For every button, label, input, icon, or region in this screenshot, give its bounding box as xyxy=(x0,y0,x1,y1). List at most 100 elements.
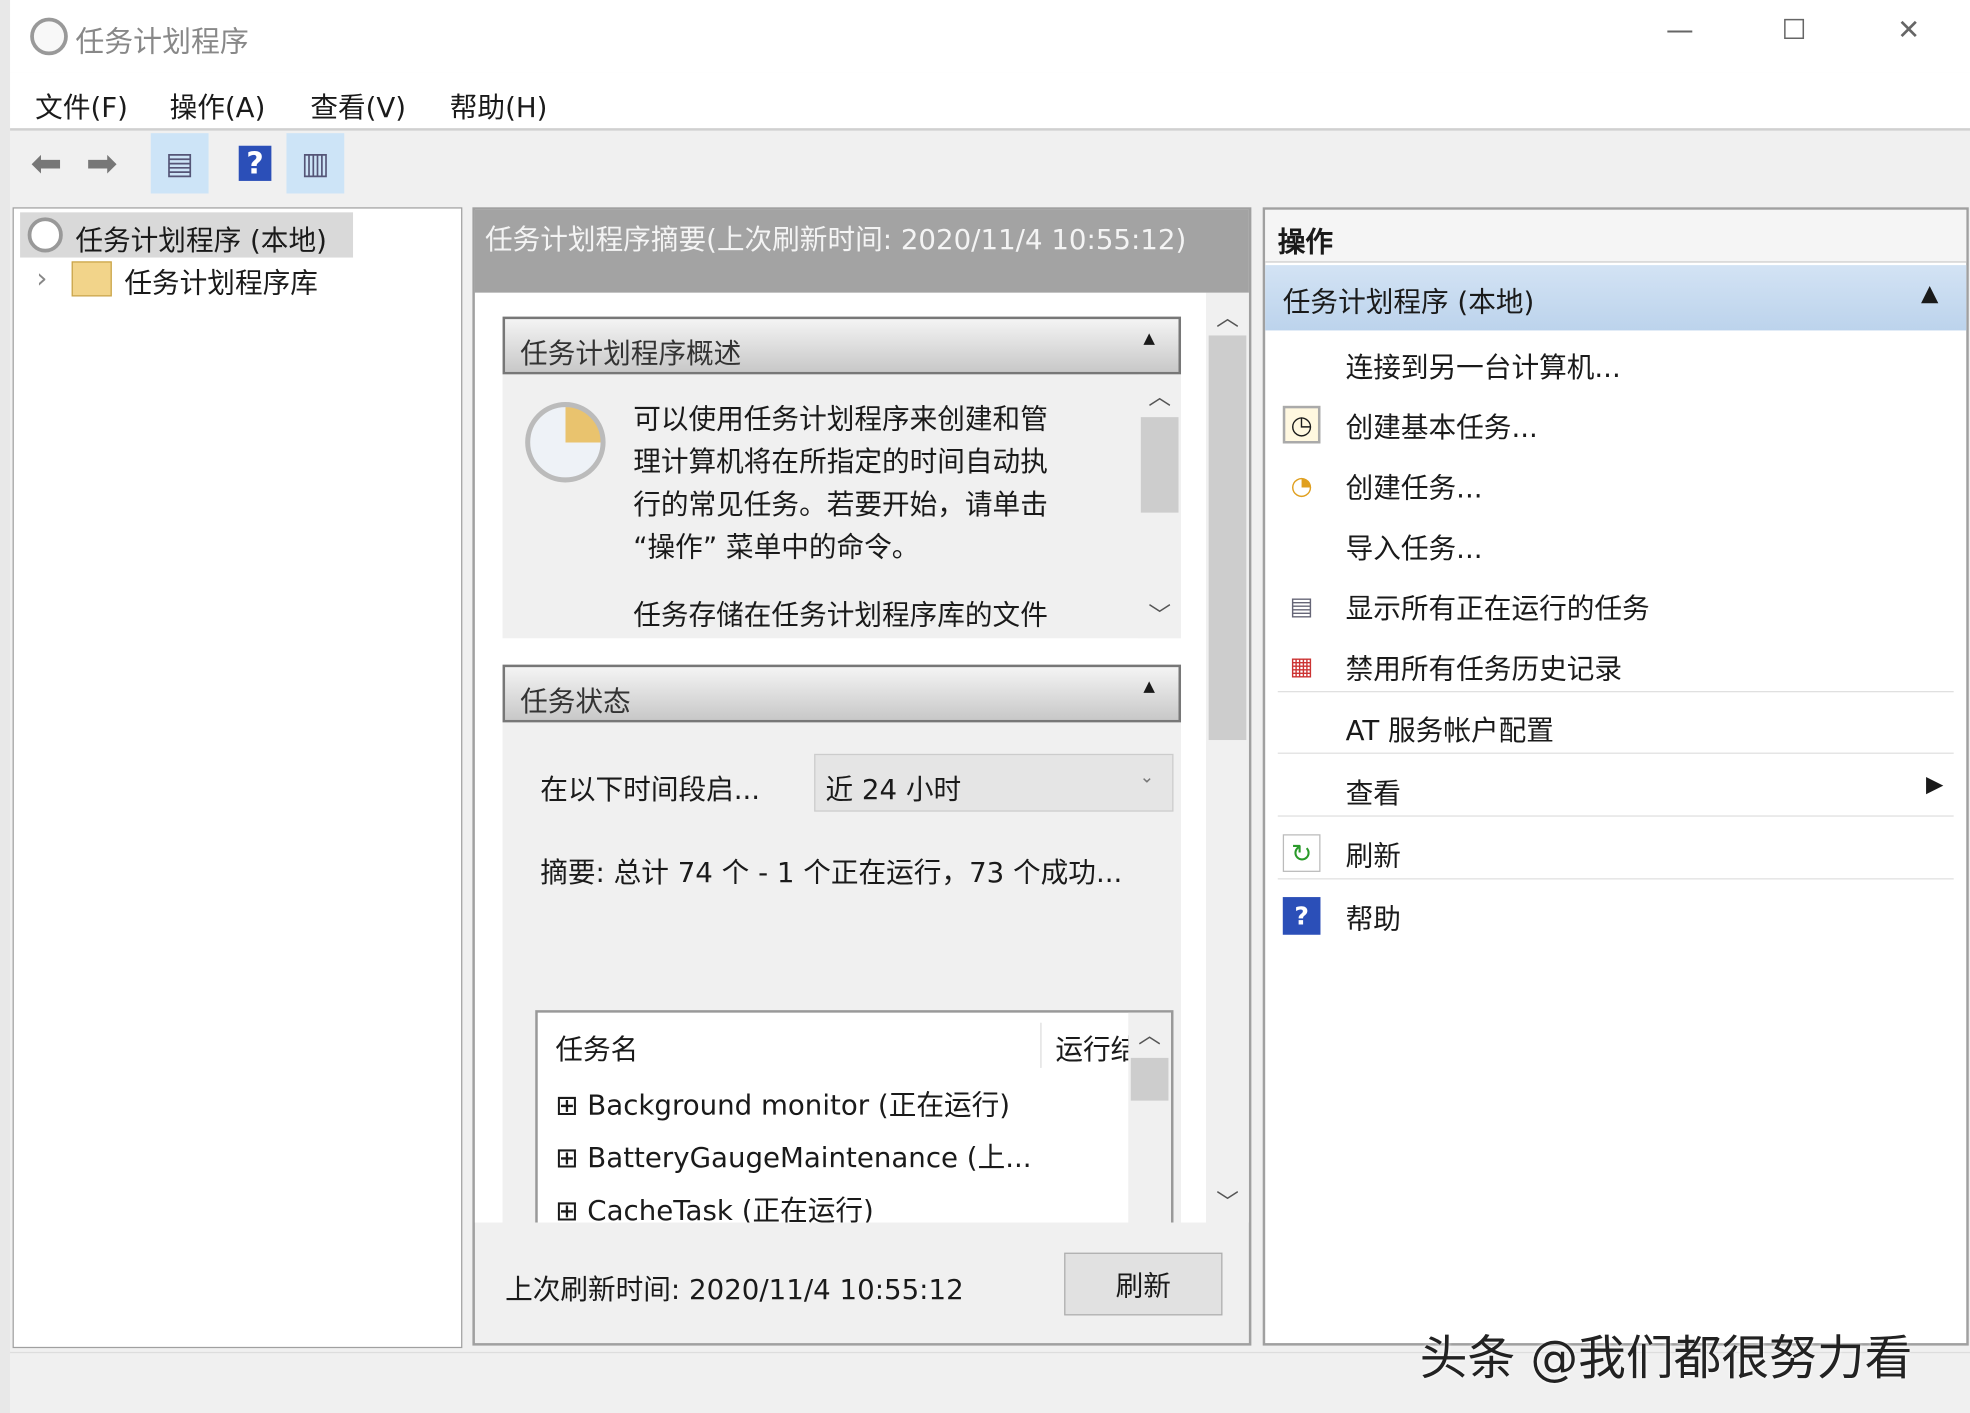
scroll-thumb[interactable] xyxy=(1209,335,1247,740)
actions-title: 操作 xyxy=(1278,220,1333,260)
console-tree-icon: ▤ xyxy=(165,146,194,181)
collapse-icon[interactable]: ▲ xyxy=(1143,677,1155,695)
column-divider[interactable] xyxy=(1040,1023,1041,1068)
refresh-button[interactable]: 刷新 xyxy=(1064,1253,1222,1316)
action-refresh[interactable]: ↻ 刷新 xyxy=(1278,824,1956,884)
folder-clock-icon xyxy=(72,261,112,296)
action-import-task[interactable]: 导入任务... xyxy=(1278,516,1956,576)
console-tree: 任务计划程序 (本地) › 任务计划程序库 xyxy=(13,207,463,1348)
last-refresh-text: 上次刷新时间: 2020/11/4 10:55:12 xyxy=(505,1268,964,1308)
watermark: 头条 @我们都很努力看 xyxy=(1420,1319,1913,1388)
menu-action[interactable]: 操作(A) xyxy=(170,85,266,125)
menu-view[interactable]: 查看(V) xyxy=(310,85,406,125)
period-dropdown[interactable]: 近 24 小时 ⌄ xyxy=(814,754,1173,812)
action-connect[interactable]: 连接到另一台计算机... xyxy=(1278,335,1956,395)
action-label: 帮助 xyxy=(1346,897,1401,937)
expand-plus-icon[interactable]: ⊞ xyxy=(555,1091,587,1122)
summary-pane: 任务计划程序摘要(上次刷新时间: 2020/11/4 10:55:12) 任务计… xyxy=(472,207,1251,1345)
menu-help[interactable]: 帮助(H) xyxy=(450,85,548,125)
action-label: 刷新 xyxy=(1346,834,1401,874)
text-line: 任务存储在任务计划程序库的文件 xyxy=(633,596,1048,639)
scroll-down-icon[interactable]: ﹀ xyxy=(1206,1185,1249,1218)
text-line: 可以使用任务计划程序来创建和管 xyxy=(633,400,1048,443)
scroll-up-icon[interactable]: ︿ xyxy=(1206,300,1249,333)
show-hide-action-pane-button[interactable]: ▥ xyxy=(286,133,344,193)
summary-content: 任务计划程序概述 ▲ 可以使用任务计划程序来创建和管 理计算机将在所指定的时间自… xyxy=(475,293,1206,1223)
status-body: 在以下时间段启... 近 24 小时 ⌄ 摘要: 总计 74 个 - 1 个正在… xyxy=(503,722,1181,1222)
scroll-thumb[interactable] xyxy=(1141,417,1179,512)
menu-file[interactable]: 文件(F) xyxy=(35,85,128,125)
expand-plus-icon[interactable]: ⊞ xyxy=(555,1196,587,1222)
table-row[interactable]: ⊞ CacheTask (正在运行) xyxy=(555,1189,873,1223)
tree-item-library[interactable]: 任务计划程序库 xyxy=(124,261,318,301)
background-window-edge xyxy=(0,0,10,1413)
overview-section-header[interactable]: 任务计划程序概述 ▲ xyxy=(503,317,1181,375)
clock-icon xyxy=(28,217,63,252)
dropdown-value: 近 24 小时 xyxy=(825,768,961,808)
action-label: AT 服务帐户配置 xyxy=(1346,709,1554,749)
period-label: 在以下时间段启... xyxy=(540,768,760,808)
action-label: 显示所有正在运行的任务 xyxy=(1346,587,1650,627)
help-icon: ? xyxy=(239,146,272,181)
scroll-down-icon[interactable]: ﹀ xyxy=(1138,598,1181,631)
help-button[interactable]: ? xyxy=(226,133,284,193)
history-icon: ▦ xyxy=(1283,647,1321,685)
action-show-running[interactable]: ▤ 显示所有正在运行的任务 xyxy=(1278,577,1956,637)
refresh-icon: ↻ xyxy=(1283,834,1321,872)
row-label: BatteryGaugeMaintenance (上... xyxy=(587,1143,1031,1174)
action-label: 创建任务... xyxy=(1346,466,1483,506)
tree-item-root[interactable]: 任务计划程序 (本地) xyxy=(20,212,353,257)
table-row[interactable]: ⊞ Background monitor (正在运行) xyxy=(555,1083,1010,1123)
table-scrollbar[interactable]: ︿ xyxy=(1128,1013,1171,1223)
column-header-name[interactable]: 任务名 xyxy=(555,1028,638,1068)
summary-header: 任务计划程序摘要(上次刷新时间: 2020/11/4 10:55:12) xyxy=(475,210,1249,293)
action-at-config[interactable]: AT 服务帐户配置 xyxy=(1278,699,1956,759)
toolbar: ⬅ ➡ ▤ ? ▥ xyxy=(10,133,1970,198)
clock-icon xyxy=(525,402,605,482)
divider xyxy=(1278,878,1954,879)
collapse-icon[interactable]: ▲ xyxy=(1143,329,1155,347)
overview-text: 可以使用任务计划程序来创建和管 理计算机将在所指定的时间自动执 行的常见任务。若… xyxy=(633,400,1048,639)
help-icon: ? xyxy=(1283,897,1321,935)
section-title: 任务计划程序概述 xyxy=(520,332,741,372)
back-arrow-icon[interactable]: ⬅ xyxy=(18,133,76,193)
show-hide-tree-button[interactable]: ▤ xyxy=(151,133,209,193)
actions-header: 操作 xyxy=(1265,210,1966,263)
action-help[interactable]: ? 帮助 xyxy=(1278,887,1956,947)
forward-arrow-icon[interactable]: ➡ xyxy=(73,133,131,193)
action-create-task[interactable]: ◔ 创建任务... xyxy=(1278,456,1956,516)
collapse-icon[interactable]: ▲ xyxy=(1921,280,1938,306)
clock-icon xyxy=(30,18,68,56)
column-header-result[interactable]: 运行结 xyxy=(1055,1028,1130,1068)
create-task-icon: ◔ xyxy=(1283,466,1321,504)
action-disable-history[interactable]: ▦ 禁用所有任务历史记录 xyxy=(1278,637,1956,697)
section-title: 任务状态 xyxy=(520,680,631,720)
action-label: 连接到另一台计算机... xyxy=(1346,346,1621,386)
row-label: CacheTask (正在运行) xyxy=(587,1196,874,1222)
divider xyxy=(1278,691,1954,692)
close-button[interactable]: ✕ xyxy=(1897,15,1920,46)
overview-scrollbar[interactable]: ︿ ﹀ xyxy=(1138,374,1181,638)
scroll-up-icon[interactable]: ︿ xyxy=(1138,379,1181,412)
menu-bar: 文件(F) 操作(A) 查看(V) 帮助(H) xyxy=(10,73,1970,131)
basic-task-icon: ◷ xyxy=(1283,406,1321,444)
scroll-up-icon[interactable]: ︿ xyxy=(1128,1018,1171,1051)
action-create-basic-task[interactable]: ◷创建基本任务... xyxy=(1278,396,1956,456)
tree-item-label: 任务计划程序 (本地) xyxy=(75,219,326,259)
expand-chevron-icon[interactable]: › xyxy=(36,264,47,295)
task-scheduler-window: 任务计划程序 — ☐ ✕ 文件(F) 操作(A) 查看(V) 帮助(H) ⬅ ➡… xyxy=(0,0,1970,1413)
maximize-button[interactable]: ☐ xyxy=(1782,15,1807,46)
scroll-thumb[interactable] xyxy=(1131,1058,1169,1101)
running-tasks-icon: ▤ xyxy=(1283,587,1321,625)
table-row[interactable]: ⊞ BatteryGaugeMaintenance (上... xyxy=(555,1136,1031,1176)
summary-scrollbar[interactable]: ︿ ﹀ xyxy=(1206,293,1249,1223)
status-section-header[interactable]: 任务状态 ▲ xyxy=(503,665,1181,723)
actions-section-header[interactable]: 任务计划程序 (本地) ▲ xyxy=(1265,265,1966,330)
window-title: 任务计划程序 xyxy=(75,18,248,61)
minimize-button[interactable]: — xyxy=(1666,15,1694,46)
action-label: 禁用所有任务历史记录 xyxy=(1346,647,1622,687)
text-line: 理计算机将在所指定的时间自动执 xyxy=(633,442,1048,485)
action-view[interactable]: 查看▶ xyxy=(1278,761,1956,821)
title-bar: 任务计划程序 — ☐ ✕ xyxy=(10,0,1970,73)
expand-plus-icon[interactable]: ⊞ xyxy=(555,1143,587,1174)
